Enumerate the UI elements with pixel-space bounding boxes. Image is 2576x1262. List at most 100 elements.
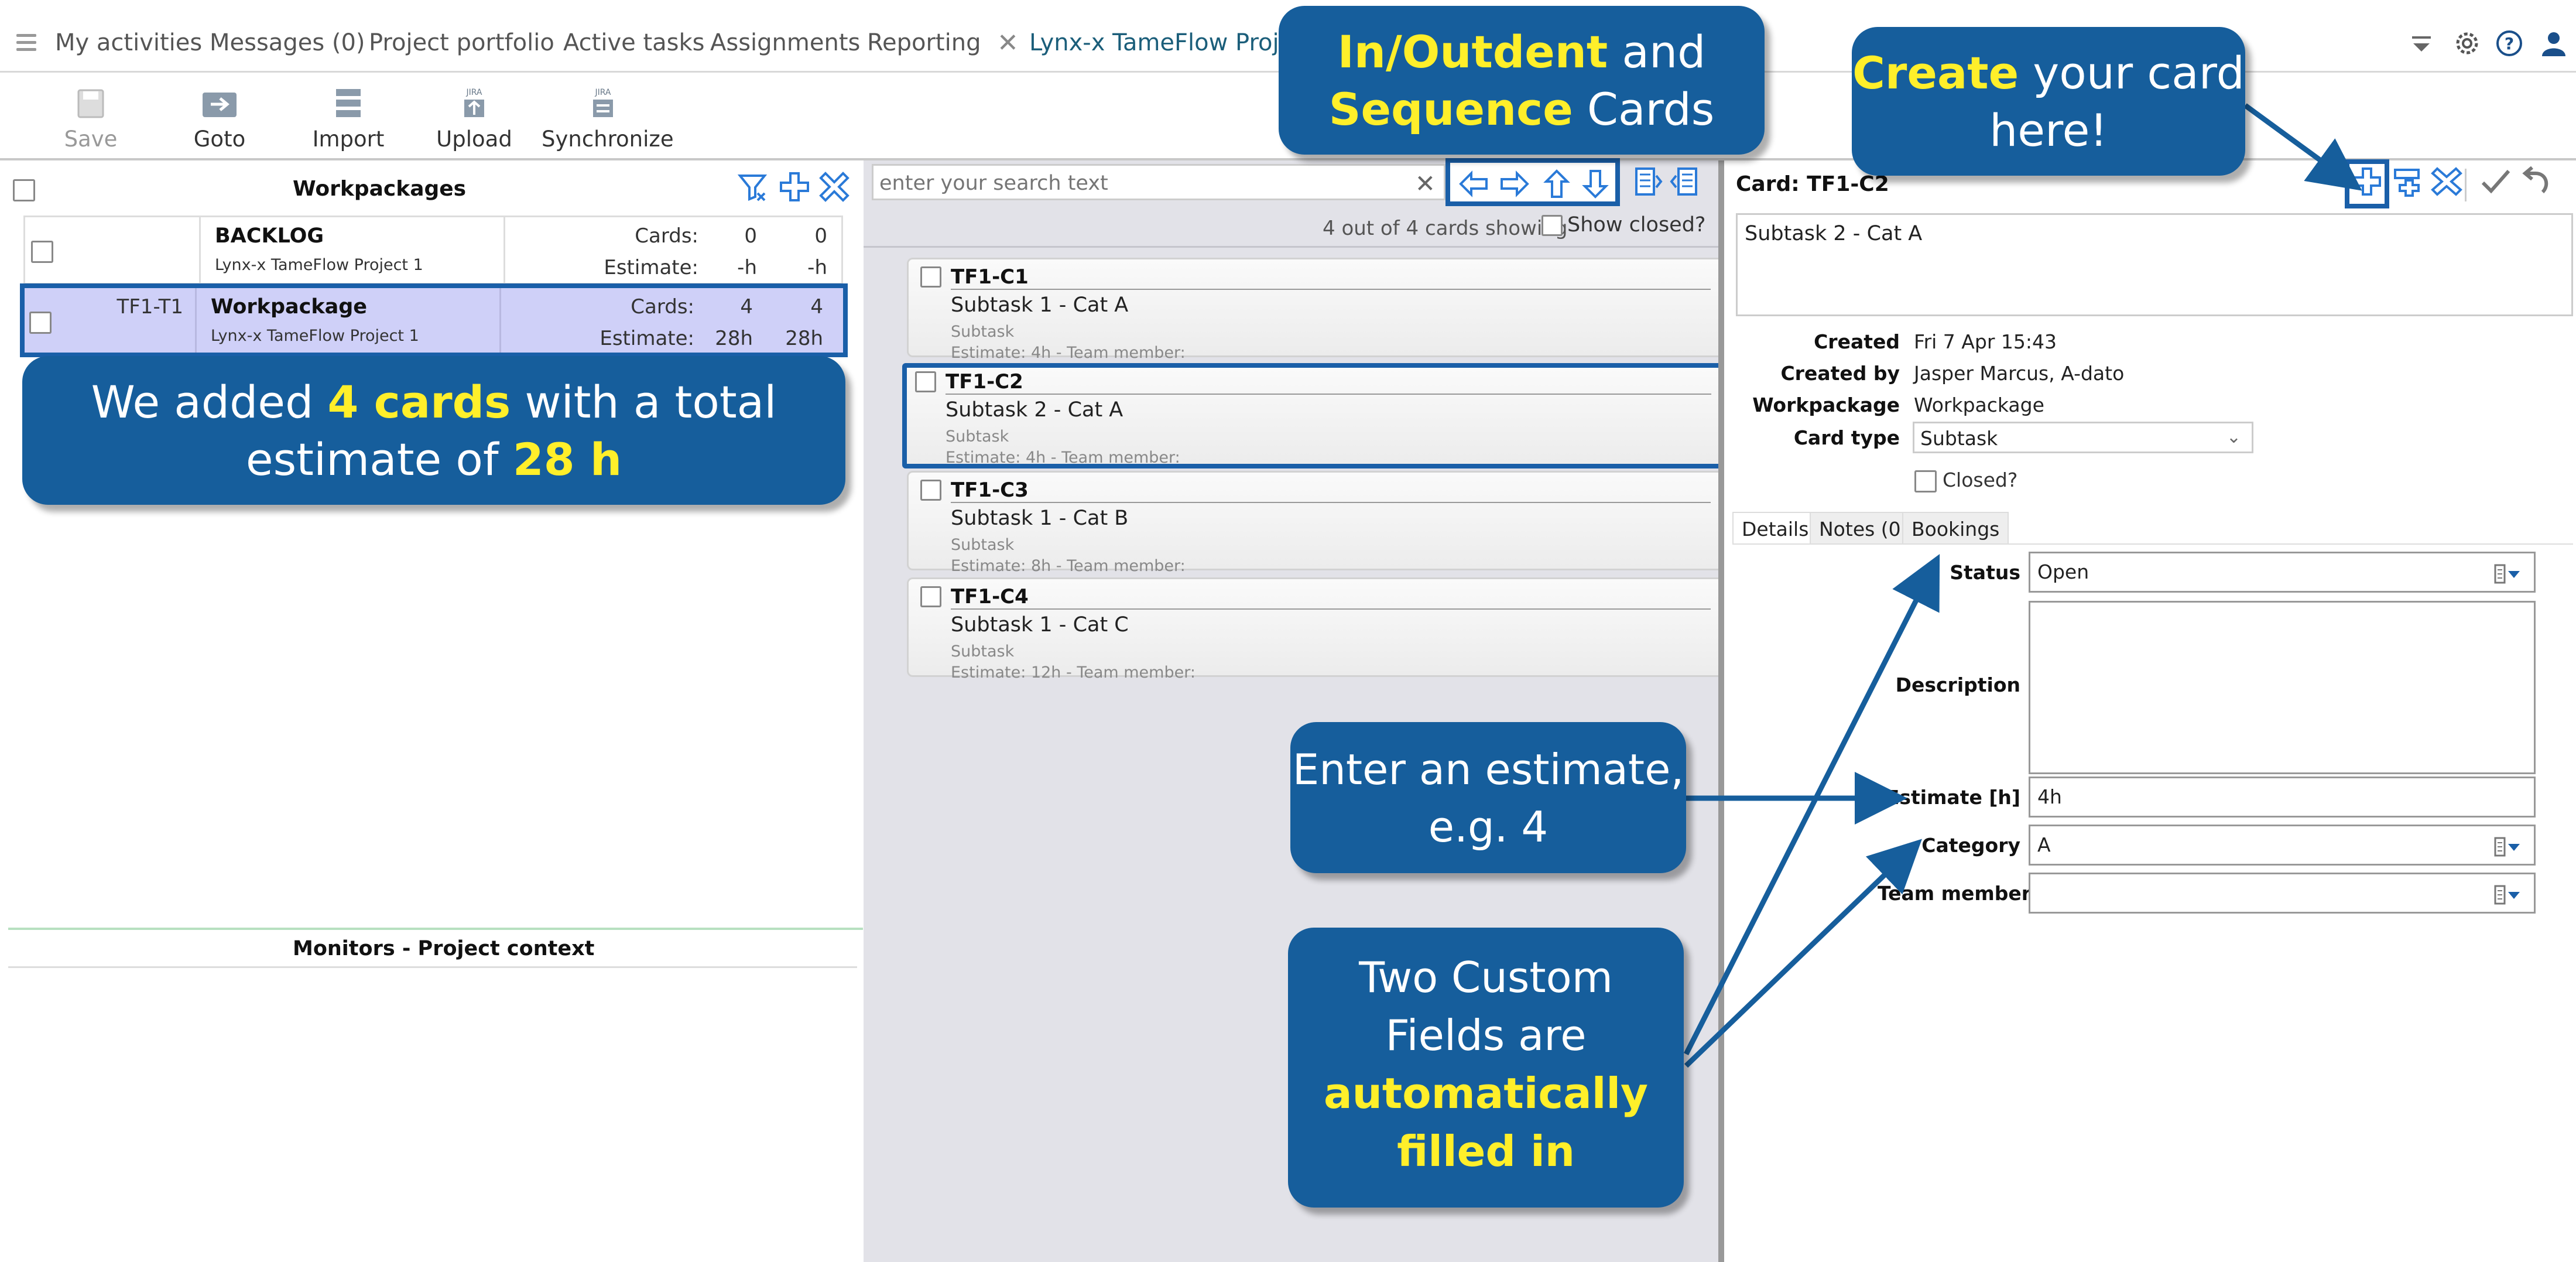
- row-id: TF1-T1: [117, 295, 183, 319]
- lookup-dropdown-icon[interactable]: [2494, 563, 2522, 585]
- filter-icon[interactable]: [737, 171, 768, 203]
- closed-toggle[interactable]: Closed?: [1914, 468, 2017, 493]
- outdent-arrow-icon[interactable]: [1458, 169, 1489, 199]
- move-up-arrow-icon[interactable]: [1542, 169, 1572, 199]
- card-estimate: Estimate: 12h - Team member:: [951, 664, 1195, 682]
- callout-create-t2: here!: [1989, 104, 2108, 156]
- row-name-cell: BACKLOG Lynx-x TameFlow Project 1: [201, 217, 505, 283]
- search-box[interactable]: ✕: [872, 164, 1445, 200]
- delete-card-icon[interactable]: [2430, 165, 2463, 198]
- callout-added-hl2: 28 h: [512, 433, 622, 485]
- overflow-icon[interactable]: [2407, 29, 2435, 57]
- search-input[interactable]: [879, 169, 1406, 197]
- tab-reporting[interactable]: Reporting: [867, 29, 981, 56]
- select-all-checkbox[interactable]: [13, 179, 35, 201]
- close-tab-icon[interactable]: ✕: [997, 28, 1019, 58]
- card-title: Subtask 1 - Cat A: [951, 293, 1129, 317]
- synchronize-label: Synchronize: [542, 126, 674, 152]
- lookup-dropdown-icon[interactable]: [2494, 884, 2522, 906]
- lookup-dropdown-icon[interactable]: [2494, 836, 2522, 858]
- help-icon[interactable]: ?: [2495, 29, 2523, 57]
- workpackage-value: Workpackage: [1914, 394, 2044, 416]
- cards-count-a: 0: [744, 224, 757, 248]
- card-checkbox[interactable]: [920, 586, 941, 607]
- card-checkbox[interactable]: [920, 480, 941, 501]
- card-checkbox[interactable]: [920, 266, 941, 288]
- menu-icon[interactable]: [16, 34, 36, 52]
- delete-icon[interactable]: [818, 171, 850, 203]
- upload-button[interactable]: JIRA Upload: [430, 73, 518, 160]
- check-icon[interactable]: [2479, 165, 2512, 198]
- status-field[interactable]: Open: [2029, 552, 2536, 593]
- cards-label: Cards:: [635, 224, 698, 248]
- list-view-icon[interactable]: [1669, 165, 1702, 198]
- add-card-icon[interactable]: [2351, 165, 2383, 198]
- closed-checkbox[interactable]: [1914, 470, 1937, 493]
- show-closed-label: Show closed?: [1567, 213, 1706, 237]
- row-name-cell: Workpackage Lynx-x TameFlow Project 1: [197, 288, 501, 353]
- row-checkbox[interactable]: [29, 312, 52, 334]
- cards-header-divider: [864, 246, 1718, 248]
- card-item[interactable]: TF1-C4 Subtask 1 - Cat C Subtask Estimat…: [907, 577, 1727, 682]
- card-item[interactable]: TF1-C1 Subtask 1 - Cat A Subtask Estimat…: [907, 258, 1727, 362]
- undo-icon[interactable]: [2519, 165, 2552, 198]
- tab-notes[interactable]: Notes (0): [1810, 512, 1918, 545]
- tab-details[interactable]: Details: [1732, 512, 1818, 545]
- workpackages-header: Workpackages: [0, 166, 864, 203]
- save-button[interactable]: Save: [47, 73, 135, 160]
- add-subcard-icon[interactable]: [2392, 165, 2424, 198]
- import-icon: [336, 89, 361, 117]
- user-icon[interactable]: [2540, 29, 2568, 57]
- callout-sequence-t2: Cards: [1573, 83, 1715, 135]
- save-icon: [77, 89, 104, 118]
- tab-bookings[interactable]: Bookings: [1902, 512, 2009, 545]
- card-type-select[interactable]: Subtask ⌄: [1913, 422, 2253, 453]
- card-view-icon[interactable]: [1630, 165, 1663, 198]
- team-member-field[interactable]: [2029, 873, 2536, 914]
- callout-custom-t2: Fields are: [1385, 1011, 1587, 1060]
- settings-icon[interactable]: [2453, 29, 2481, 57]
- add-icon[interactable]: [779, 171, 810, 203]
- card-estimate: Estimate: 4h - Team member:: [946, 449, 1180, 467]
- category-field[interactable]: A: [2029, 825, 2536, 866]
- card-type-value: Subtask: [1920, 427, 1998, 450]
- card-title: Subtask 1 - Cat C: [951, 613, 1129, 637]
- card-title-textarea[interactable]: Subtask 2 - Cat A: [1736, 213, 2573, 316]
- description-field[interactable]: [2029, 601, 2536, 774]
- card-item-selected[interactable]: TF1-C2 Subtask 2 - Cat A Subtask Estimat…: [902, 363, 1730, 468]
- created-by-label: Created by: [1780, 362, 1900, 385]
- card-type-label: Card type: [1793, 426, 1900, 449]
- card-item[interactable]: TF1-C3 Subtask 1 - Cat B Subtask Estimat…: [907, 471, 1727, 575]
- svg-text:JIRA: JIRA: [466, 88, 482, 97]
- show-closed-checkbox[interactable]: [1542, 215, 1563, 236]
- tab-lynx-project[interactable]: Lynx-x TameFlow Project: [1029, 29, 1316, 56]
- show-closed-toggle[interactable]: Show closed?: [1542, 213, 1706, 237]
- workpackage-row-backlog[interactable]: BACKLOG Lynx-x TameFlow Project 1 Cards:…: [23, 216, 843, 285]
- card-id: TF1-C2: [946, 370, 1023, 394]
- estimate-label: Estimate:: [604, 256, 698, 279]
- indent-arrow-icon[interactable]: [1499, 169, 1530, 199]
- callout-estimate: Enter an estimate, e.g. 4: [1290, 722, 1686, 873]
- estimate-field[interactable]: 4h: [2029, 777, 2536, 818]
- workpackages-panel: Workpackages BACKLOG Lynx-x TameFlow Pro…: [0, 160, 864, 1262]
- estimate-value: 4h: [2037, 785, 2062, 808]
- created-value: Fri 7 Apr 15:43: [1914, 330, 2057, 353]
- tab-messages[interactable]: Messages (0): [210, 29, 365, 56]
- workpackage-row-selected[interactable]: TF1-T1 Workpackage Lynx-x TameFlow Proje…: [20, 283, 848, 357]
- row-id-cell: [25, 217, 201, 283]
- tab-assignments[interactable]: Assignments: [710, 29, 860, 56]
- tab-project-portfolio[interactable]: Project portfolio: [369, 29, 554, 56]
- tab-active-tasks[interactable]: Active tasks: [563, 29, 704, 56]
- card-checkbox[interactable]: [915, 371, 936, 392]
- goto-button[interactable]: Goto: [176, 73, 263, 160]
- move-down-arrow-icon[interactable]: [1580, 169, 1611, 199]
- tab-my-activities[interactable]: My activities: [55, 29, 202, 56]
- import-button[interactable]: Import: [304, 73, 392, 160]
- clear-search-icon[interactable]: ✕: [1415, 169, 1436, 198]
- card-type: Subtask: [951, 642, 1015, 661]
- row-checkbox[interactable]: [31, 241, 53, 263]
- synchronize-button[interactable]: JIRA Synchronize: [542, 73, 674, 160]
- workpackage-label: Workpackage: [1752, 394, 1900, 416]
- created-label: Created: [1814, 330, 1900, 353]
- cards-label: Cards:: [631, 295, 694, 319]
